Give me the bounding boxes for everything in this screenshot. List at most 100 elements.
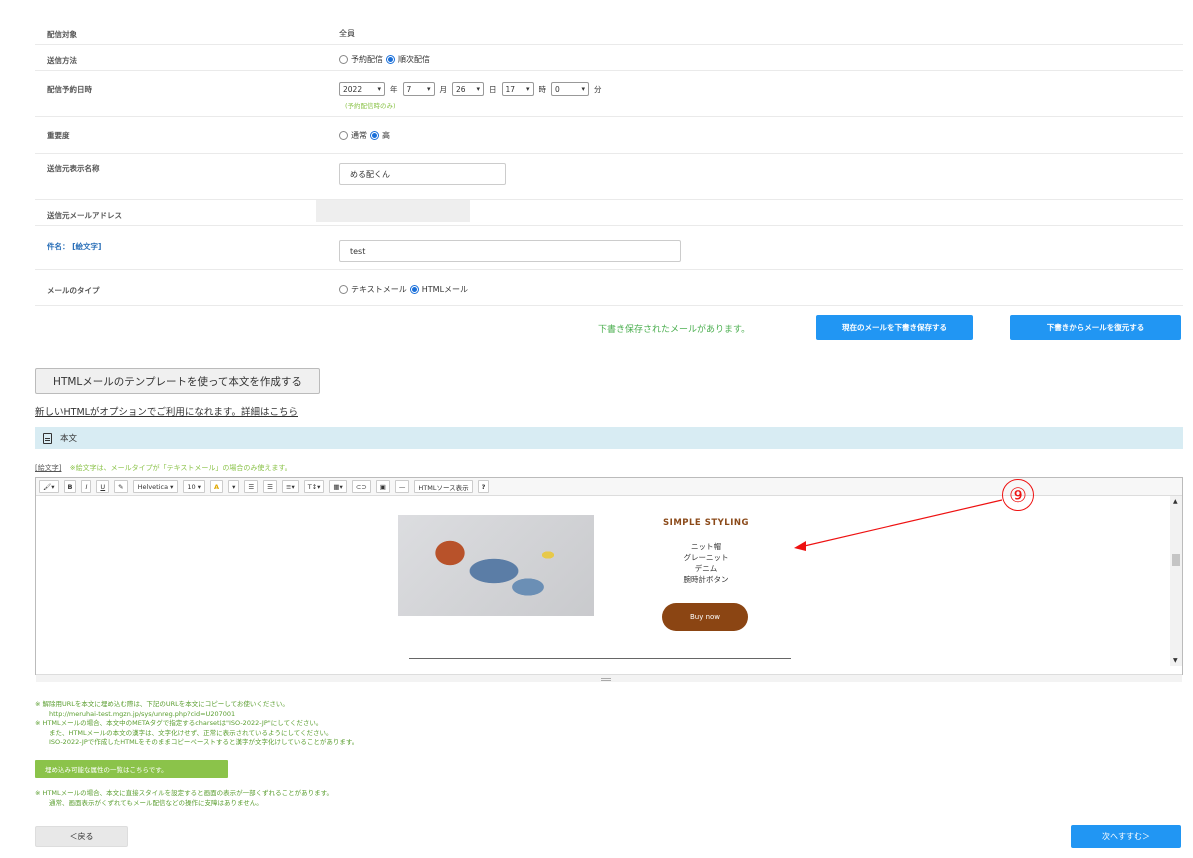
subject-input[interactable]: test: [339, 240, 681, 262]
body-section-header: 本文: [35, 427, 1183, 449]
link-icon[interactable]: ⊂⊃: [351, 480, 371, 493]
chevron-down-icon: ▾: [525, 85, 530, 93]
buy-now-button[interactable]: Buy now: [662, 603, 748, 631]
editor-content[interactable]: SIMPLE STYLING ニット帽 グレーニット デニム 腕時計ボタン Bu…: [36, 496, 1182, 666]
callout-number: ⑨: [1002, 479, 1034, 511]
schedule-note: (予約配信時のみ): [345, 102, 396, 110]
note-line: ※ HTMLメールの場合、本文に直接スタイルを設定すると画面の表示が一部くずれる…: [35, 789, 333, 797]
promo-item: グレーニット: [683, 553, 729, 562]
scroll-down-icon[interactable]: ▼: [1173, 657, 1178, 664]
font-family-select[interactable]: Helvetica ▾: [132, 480, 179, 493]
day-select[interactable]: 26 ▾: [452, 82, 484, 96]
row-subject: 件名： [絵文字] test: [35, 226, 1183, 270]
row-label: 送信方法: [47, 56, 77, 65]
line-height-button[interactable]: T↕▾: [303, 480, 325, 493]
radio-label: 高: [382, 131, 390, 140]
radio-label: HTMLメール: [421, 285, 469, 294]
note-line: また、HTMLメールの本文の漢字は、文字化けせず、正常に表示されているようにして…: [49, 728, 333, 737]
radio-scheduled[interactable]: [339, 55, 348, 64]
new-html-info-link[interactable]: 新しいHTMLがオプションでご利用になれます。詳細はこちら: [35, 404, 298, 418]
chevron-down-icon: ▾: [426, 85, 431, 93]
notes-block: ※ 解除用URLを本文に埋め込む際は、下記のURLを本文にコピーしてお使いくださ…: [35, 700, 358, 748]
document-icon: [43, 432, 52, 444]
row-label: 送信元メールアドレス: [47, 211, 122, 220]
scroll-up-icon[interactable]: ▲: [1173, 498, 1178, 505]
sender-name-input[interactable]: める配くん: [339, 163, 506, 185]
row-label: 送信元表示名称: [47, 164, 100, 173]
radio-sequential[interactable]: [386, 55, 395, 64]
sender-email-redacted: [316, 200, 470, 222]
row-label: 配信対象: [47, 30, 77, 39]
help-button[interactable]: ?: [477, 480, 490, 493]
row-label: 件名： [絵文字]: [47, 242, 102, 251]
note-line: ISO-2022-JPで作成したHTMLをそのままコピーペーストすると漢字が文字…: [49, 738, 359, 746]
hour-select[interactable]: 17 ▾: [501, 82, 534, 96]
month-select[interactable]: 7 ▾: [402, 82, 435, 96]
html-source-button[interactable]: HTMLソース表示: [414, 480, 473, 493]
bold-button[interactable]: B: [63, 480, 77, 493]
radio-label: 通常: [351, 131, 367, 140]
back-button[interactable]: ＜戻る: [35, 826, 128, 847]
target-value: 全員: [339, 29, 355, 38]
unsubscribe-url: http://meruhai-test.mgzn.jp/sys/unreg.ph…: [49, 709, 236, 718]
unit-label: 日: [489, 84, 497, 94]
promo-title: SIMPLE STYLING: [663, 518, 749, 528]
radio-html-mail[interactable]: [409, 285, 419, 294]
chevron-down-icon: ▾: [476, 85, 480, 93]
promo-item: デニム: [694, 564, 718, 573]
underline-button[interactable]: U: [96, 480, 110, 493]
row-priority: 重要度 通常 高: [35, 117, 1183, 154]
divider: [409, 658, 791, 659]
unit-label: 分: [594, 84, 602, 94]
style-brush-button[interactable]: 🖌▾: [39, 480, 59, 493]
eraser-button[interactable]: ✎: [114, 480, 128, 493]
next-button[interactable]: 次へすすむ＞: [1071, 825, 1181, 848]
row-sender-name: 送信元表示名称 める配くん: [35, 154, 1183, 200]
editor-scrollbar[interactable]: ▲ ▼: [1170, 496, 1182, 666]
notes-block-2: ※ HTMLメールの場合、本文に直接スタイルを設定すると画面の表示が一部くずれる…: [35, 789, 333, 808]
emoji-note: [絵文字] ※絵文字は、メールタイプが「テキストメール」の場合のみ使えます。: [35, 463, 292, 473]
editor-resize-handle[interactable]: [36, 674, 1182, 682]
radio-label: 予約配信: [351, 55, 383, 64]
radio-text-mail[interactable]: [339, 285, 348, 294]
emoji-tag-link[interactable]: [絵文字]: [35, 464, 61, 472]
save-draft-button[interactable]: 現在のメールを下書き保存する: [816, 315, 973, 340]
table-button[interactable]: ▦▾: [329, 480, 347, 493]
chevron-down-icon: ▾: [377, 85, 381, 93]
radio-label: 順次配信: [398, 55, 430, 64]
unordered-list-button[interactable]: ☰: [244, 480, 259, 493]
unit-label: 月: [439, 84, 448, 94]
color-dropdown-button[interactable]: ▾: [228, 480, 240, 493]
unit-label: 時: [538, 84, 547, 94]
row-label: 配信予約日時: [47, 85, 92, 94]
product-photo: [398, 515, 594, 616]
note-line: ※ 解除用URLを本文に埋め込む際は、下記のURLを本文にコピーしてお使いくださ…: [35, 700, 289, 708]
text-color-button[interactable]: A: [210, 480, 224, 493]
mail-settings-form: 配信対象 全員 送信方法 予約配信 順次配信 配信予約日時 2022 ▾ 年 7 ▾…: [35, 20, 1183, 306]
year-select[interactable]: 2022 ▾: [339, 82, 385, 96]
row-schedule: 配信予約日時 2022 ▾ 年 7 ▾ 月 26 ▾ 日 17 ▾ 時 0 ▾ 分 (予約…: [35, 71, 1183, 117]
draft-notice: 下書き保存されたメールがあります。: [598, 325, 751, 335]
restore-draft-button[interactable]: 下書きからメールを復元する: [1010, 315, 1181, 340]
minute-select[interactable]: 0 ▾: [551, 82, 589, 96]
html-template-button[interactable]: HTMLメールのテンプレートを使って本文を作成する: [35, 368, 320, 394]
row-mail-type: メールのタイプ テキストメール HTMLメール: [35, 270, 1183, 306]
promo-item: ニット帽: [691, 542, 721, 551]
align-button[interactable]: ≡▾: [282, 480, 299, 493]
row-label: メールのタイプ: [47, 286, 100, 295]
horizontal-rule-button[interactable]: —: [394, 480, 410, 493]
radio-high[interactable]: [370, 131, 379, 140]
note-line: ※ HTMLメールの場合、本文中のMETAタグで指定するcharsetは"ISO…: [35, 719, 323, 727]
unit-label: 年: [390, 84, 398, 94]
radio-normal[interactable]: [339, 131, 348, 140]
radio-label: テキストメール: [351, 285, 407, 294]
embeddable-attributes-button[interactable]: 埋め込み可能な属性の一覧はこちらです。: [35, 760, 228, 778]
scrollbar-thumb[interactable]: [1172, 554, 1180, 566]
image-icon[interactable]: ▣: [375, 480, 390, 493]
font-size-select[interactable]: 10 ▾: [183, 480, 206, 493]
row-send-method: 送信方法 予約配信 順次配信: [35, 45, 1183, 71]
note-line: 通常、画面表示がくずれてもメール配信などの操作に支障はありません。: [49, 798, 263, 807]
italic-button[interactable]: I: [81, 480, 92, 493]
ordered-list-button[interactable]: ☰: [263, 480, 277, 493]
section-title: 本文: [60, 434, 78, 444]
